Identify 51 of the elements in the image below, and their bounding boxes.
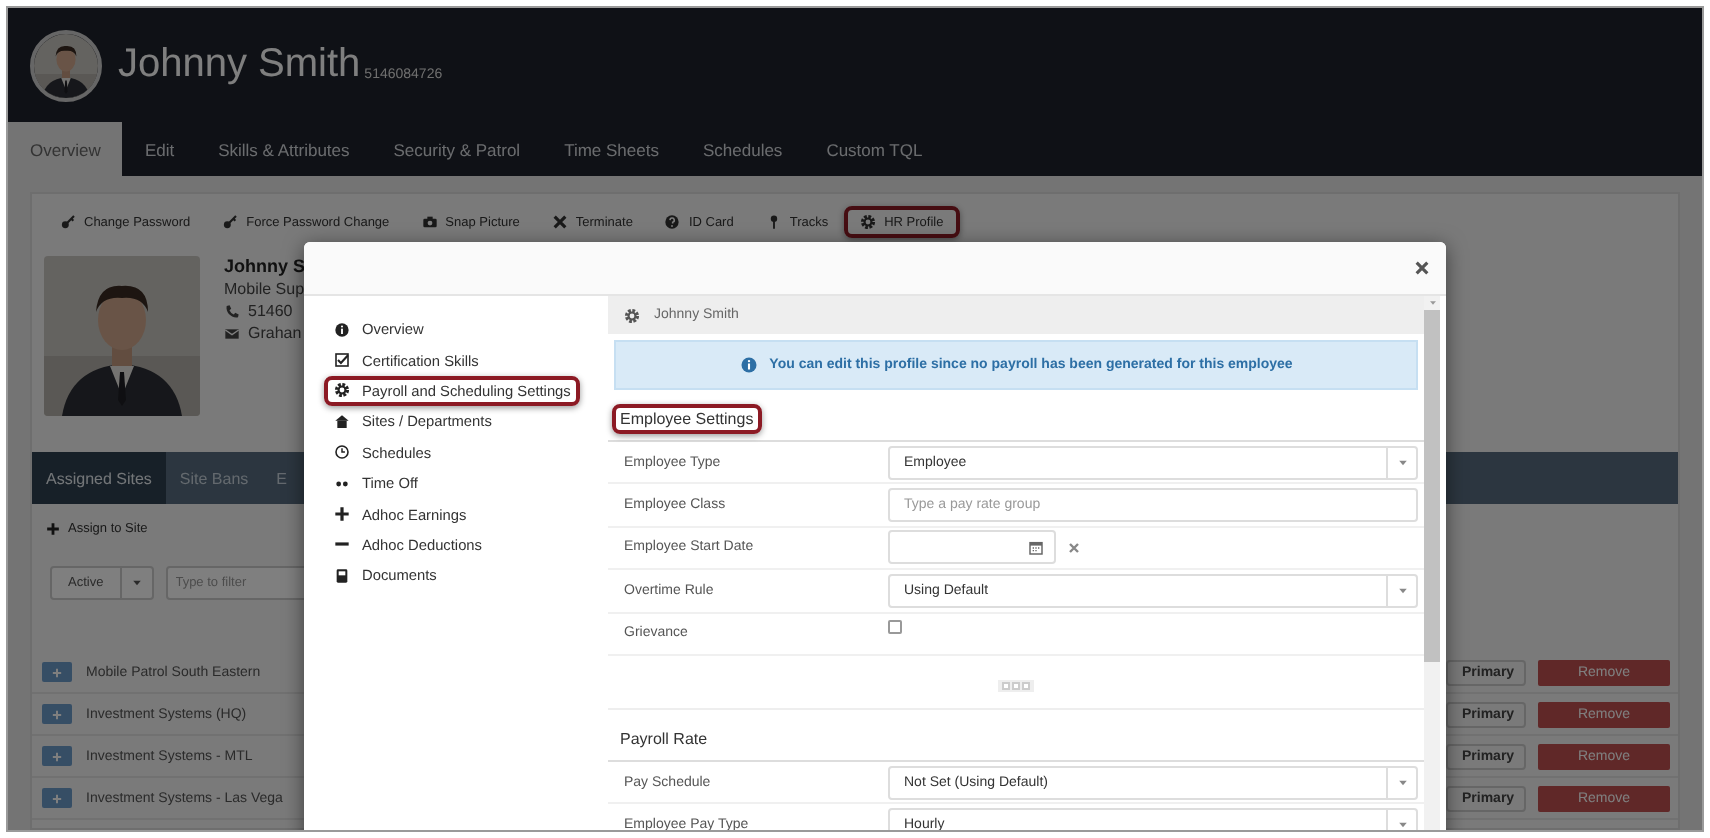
section-title: Payroll Rate	[618, 727, 710, 752]
close-icon[interactable]	[1414, 260, 1430, 276]
checkbox[interactable]	[888, 620, 902, 635]
tab[interactable]: E	[262, 452, 302, 504]
key-icon	[222, 214, 239, 230]
expand-button[interactable]	[42, 746, 72, 766]
info-icon	[334, 321, 350, 338]
gear-icon	[860, 214, 877, 230]
phone-icon	[224, 303, 240, 319]
camera-icon	[421, 214, 438, 230]
phone-number: 51460	[248, 302, 293, 320]
plus-icon	[52, 751, 62, 761]
tab[interactable]: Overview	[8, 122, 123, 176]
question-icon	[664, 214, 681, 230]
close-icon[interactable]	[1068, 541, 1080, 554]
job-title: Mobile Sup	[224, 280, 306, 298]
tab[interactable]: Custom TQL	[804, 122, 945, 176]
calendar-icon	[1028, 539, 1044, 556]
tab[interactable]: Assigned Sites	[32, 452, 166, 504]
plus-icon	[52, 709, 62, 719]
clock-icon	[334, 444, 350, 461]
gear-icon	[624, 307, 640, 323]
checkbox-tick-icon	[334, 352, 350, 369]
building-icon	[334, 413, 350, 430]
tab[interactable]: Skills & Attributes	[196, 122, 372, 176]
expand-button[interactable]	[42, 662, 72, 682]
plus-icon	[52, 793, 62, 803]
scrollbar[interactable]	[1424, 296, 1440, 830]
close-icon	[551, 214, 568, 230]
tab[interactable]: Security & Patrol	[371, 122, 543, 176]
info-icon	[739, 356, 758, 374]
more-handle-icon[interactable]	[998, 679, 1034, 692]
tab[interactable]: Time Sheets	[542, 122, 681, 176]
plus-icon	[46, 522, 60, 536]
expand-button[interactable]	[42, 704, 72, 724]
pin-icon	[765, 214, 782, 230]
tab[interactable]: Site Bans	[165, 452, 263, 504]
section-title: Employee Settings	[612, 404, 762, 434]
date-field[interactable]	[888, 530, 1056, 565]
mail-icon	[224, 325, 240, 341]
employee-name: Johnny S	[224, 256, 306, 276]
gear-icon	[334, 382, 350, 399]
email-address: Grahan	[248, 324, 302, 342]
plus-icon	[334, 506, 350, 523]
document-icon	[334, 567, 350, 584]
tab[interactable]: Edit	[122, 122, 197, 176]
tab[interactable]: Schedules	[680, 122, 805, 176]
plus-icon	[52, 667, 62, 677]
key-icon	[60, 214, 76, 230]
expand-button[interactable]	[42, 788, 72, 808]
profile-name: Johnny Smith	[118, 42, 361, 88]
